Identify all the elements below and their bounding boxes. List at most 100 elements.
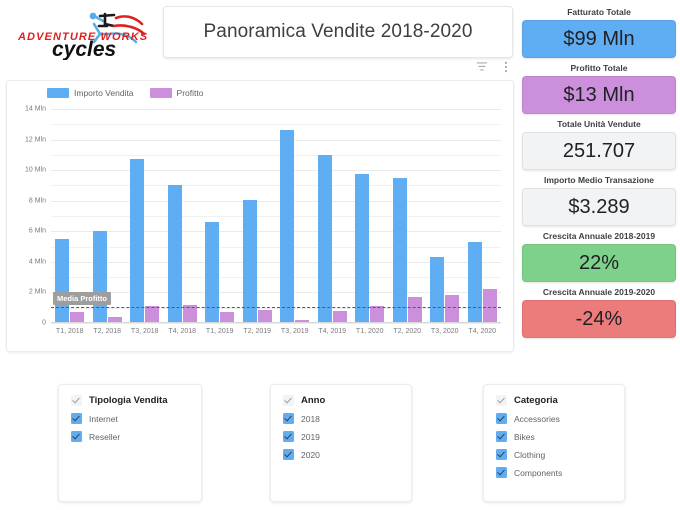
bar-group[interactable]: T1, 2020 bbox=[351, 109, 389, 335]
filter-option-row[interactable]: 2020 bbox=[283, 449, 399, 460]
filter-option-row[interactable]: Internet bbox=[71, 413, 189, 424]
bar-group[interactable]: T4, 2019 bbox=[314, 109, 352, 335]
bar-group[interactable]: T1, 2018 bbox=[51, 109, 89, 335]
checkbox-checked-icon[interactable] bbox=[496, 413, 507, 424]
filter-select-all-row[interactable]: Categoria bbox=[496, 395, 612, 406]
filter-select-all-row[interactable]: Anno bbox=[283, 395, 399, 406]
filter-option-row[interactable]: Bikes bbox=[496, 431, 612, 442]
y-axis-tick-label: 8 Mln bbox=[28, 197, 46, 205]
filter-option-label: Bikes bbox=[514, 431, 535, 442]
filter-option-row[interactable]: Components bbox=[496, 467, 612, 478]
kpi-value: $99 Mln bbox=[522, 20, 676, 58]
checkbox-checked-icon[interactable] bbox=[496, 449, 507, 460]
filter-option-label: Accessories bbox=[514, 413, 560, 424]
filter-option-label: 2019 bbox=[301, 431, 320, 442]
page-title: Panoramica Vendite 2018-2020 bbox=[203, 21, 473, 42]
bar-profitto[interactable] bbox=[482, 288, 497, 323]
bar-profitto[interactable] bbox=[145, 306, 160, 323]
bar-importo-vendita[interactable] bbox=[392, 177, 407, 323]
bar-group[interactable]: T3, 2020 bbox=[426, 109, 464, 335]
adventure-works-cycles-logo-icon: ADVENTURE WORKS cycles bbox=[17, 12, 147, 60]
checkbox-checked-icon[interactable] bbox=[283, 431, 294, 442]
kpi-card: Profitto Totale $13 Mln bbox=[522, 60, 676, 114]
y-axis-tick-label: 2 Mln bbox=[28, 288, 46, 296]
bar-group[interactable]: T3, 2018 bbox=[126, 109, 164, 335]
filter-option-label: Internet bbox=[89, 413, 118, 424]
filter-card-categoria[interactable]: Categoria Accessories Bikes Clothing Compone… bbox=[483, 384, 625, 502]
bar-group[interactable]: T4, 2020 bbox=[464, 109, 502, 335]
legend-label: Profitto bbox=[176, 88, 204, 98]
bar-importo-vendita[interactable] bbox=[355, 173, 370, 323]
bar-group[interactable]: T2, 2020 bbox=[389, 109, 427, 335]
x-axis-tick-label: T4, 2020 bbox=[468, 328, 497, 335]
bar-profitto[interactable] bbox=[445, 294, 460, 323]
kpi-card: Fatturato Totale $99 Mln bbox=[522, 4, 676, 58]
bar-group[interactable]: T2, 2019 bbox=[239, 109, 277, 335]
kpi-label: Importo Medio Transazione bbox=[543, 175, 655, 185]
filter-title: Tipologia Vendita bbox=[89, 395, 168, 406]
legend-item[interactable]: Profitto bbox=[149, 88, 204, 98]
filter-title: Categoria bbox=[514, 395, 558, 406]
filter-card-tipologia-vendita[interactable]: Tipologia Vendita Internet Reseller bbox=[58, 384, 202, 502]
kpi-column: Fatturato Totale $99 Mln Profitto Totale $1… bbox=[522, 4, 676, 340]
y-axis-tick-label: 6 Mln bbox=[28, 227, 46, 235]
bar-profitto[interactable] bbox=[182, 305, 197, 323]
chart-x-axis bbox=[51, 322, 501, 323]
filter-option-row[interactable]: Clothing bbox=[496, 449, 612, 460]
chart-bars: T1, 2018 T2, 2018 T3, 2018 T4, 2018 T1, 2019… bbox=[51, 109, 502, 335]
kpi-card: Totale Unità Vendute 251.707 bbox=[522, 116, 676, 170]
y-axis-tick-label: 4 Mln bbox=[28, 258, 46, 266]
filter-option-row[interactable]: Reseller bbox=[71, 431, 189, 442]
legend-swatch-1 bbox=[149, 88, 172, 98]
bar-group[interactable]: T4, 2018 bbox=[164, 109, 202, 335]
kpi-card: Importo Medio Transazione $3.289 bbox=[522, 172, 676, 226]
kpi-value: $13 Mln bbox=[522, 76, 676, 114]
bar-importo-vendita[interactable] bbox=[167, 184, 182, 323]
y-axis-tick-label: 14 Mln bbox=[24, 105, 46, 113]
bar-importo-vendita[interactable] bbox=[92, 230, 107, 323]
x-axis-tick-label: T4, 2018 bbox=[168, 328, 197, 335]
filter-icon[interactable] bbox=[475, 60, 489, 74]
bar-group[interactable]: T2, 2018 bbox=[89, 109, 127, 335]
filter-card-anno[interactable]: Anno 2018 2019 2020 bbox=[270, 384, 412, 502]
kpi-value: 22% bbox=[522, 244, 676, 282]
checkbox-checked-icon[interactable] bbox=[71, 395, 82, 406]
bar-profitto[interactable] bbox=[407, 297, 422, 323]
checkbox-checked-icon[interactable] bbox=[71, 413, 82, 424]
legend-label: Importo Vendita bbox=[74, 88, 134, 98]
bar-importo-vendita[interactable] bbox=[317, 154, 332, 323]
filter-option-row[interactable]: 2019 bbox=[283, 431, 399, 442]
kpi-label: Fatturato Totale bbox=[567, 7, 631, 17]
filter-select-all-row[interactable]: Tipologia Vendita bbox=[71, 395, 189, 406]
more-vert-icon[interactable] bbox=[499, 60, 513, 74]
bar-importo-vendita[interactable] bbox=[130, 159, 145, 323]
x-axis-tick-label: T2, 2018 bbox=[93, 328, 122, 335]
kpi-label: Crescita Annuale 2019-2020 bbox=[542, 287, 656, 297]
bar-importo-vendita[interactable] bbox=[242, 199, 257, 323]
dashboard-title-card: Panoramica Vendite 2018-2020 bbox=[163, 6, 513, 58]
filter-option-row[interactable]: Accessories bbox=[496, 413, 612, 424]
bar-importo-vendita[interactable] bbox=[430, 256, 445, 323]
kpi-card: Crescita Annuale 2018-2019 22% bbox=[522, 228, 676, 282]
filter-option-row[interactable]: 2018 bbox=[283, 413, 399, 424]
bar-importo-vendita[interactable] bbox=[467, 242, 482, 323]
checkbox-checked-icon[interactable] bbox=[496, 467, 507, 478]
x-axis-tick-label: T3, 2018 bbox=[130, 328, 159, 335]
bar-group[interactable]: T1, 2019 bbox=[201, 109, 239, 335]
checkbox-checked-icon[interactable] bbox=[283, 413, 294, 424]
x-axis-tick-label: T1, 2018 bbox=[55, 328, 84, 335]
bar-importo-vendita[interactable] bbox=[55, 238, 70, 323]
bar-importo-vendita[interactable] bbox=[280, 130, 295, 323]
checkbox-checked-icon[interactable] bbox=[496, 431, 507, 442]
bar-profitto[interactable] bbox=[370, 306, 385, 323]
legend-item[interactable]: Importo Vendita bbox=[47, 88, 134, 98]
filter-option-label: Components bbox=[514, 467, 563, 478]
checkbox-checked-icon[interactable] bbox=[283, 395, 294, 406]
chart-plot-area: 02 Mln 4 Mln 6 Mln 8 Mln 10 Mln 12 Mln 14 Mln … bbox=[25, 106, 502, 335]
kpi-label: Profitto Totale bbox=[570, 63, 628, 73]
bar-group[interactable]: T3, 2019 bbox=[276, 109, 314, 335]
checkbox-checked-icon[interactable] bbox=[496, 395, 507, 406]
checkbox-checked-icon[interactable] bbox=[71, 431, 82, 442]
checkbox-checked-icon[interactable] bbox=[283, 449, 294, 460]
kpi-label: Totale Unità Vendute bbox=[557, 119, 641, 129]
